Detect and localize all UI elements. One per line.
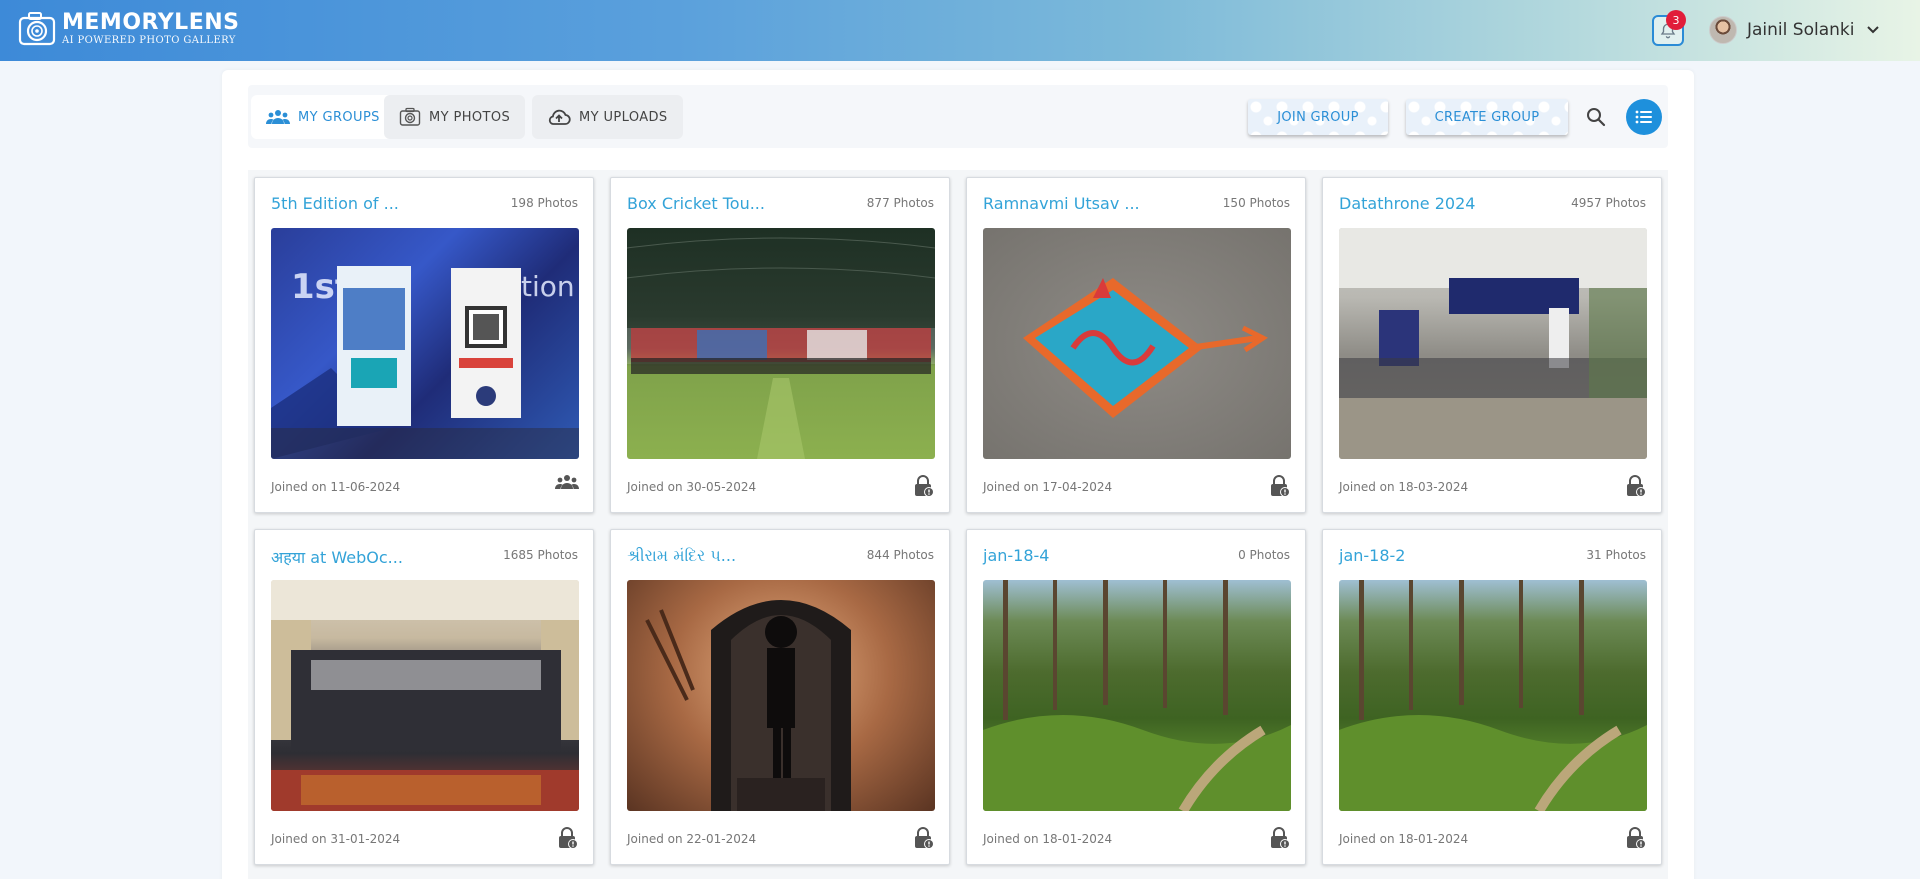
joined-date: Joined on 11-06-2024	[271, 480, 401, 494]
photo-count: 844 Photos	[866, 548, 934, 562]
group-cover-image[interactable]	[983, 580, 1291, 811]
groups-toolbar: MY GROUPS MY PHOTOS MY UPLOADS JOIN GROU…	[248, 85, 1668, 148]
group-cover-image[interactable]	[627, 580, 935, 811]
tab-label: MY PHOTOS	[429, 109, 511, 125]
groups-icon	[555, 474, 579, 490]
joined-date: Joined on 18-01-2024	[983, 832, 1113, 846]
group-cover-image[interactable]	[983, 228, 1291, 459]
photo-count: 150 Photos	[1222, 196, 1290, 210]
groups-grid: 5th Edition of ... 198 Photos 1st tion J…	[248, 170, 1668, 879]
joined-date: Joined on 18-03-2024	[1339, 480, 1469, 494]
user-menu[interactable]: Jainil Solanki	[1709, 16, 1880, 44]
svg-text:tion: tion	[521, 270, 575, 303]
group-card[interactable]: jan-18-4 0 Photos Joined on 18-01-2024	[966, 529, 1306, 865]
list-icon	[1635, 110, 1652, 124]
tab-label: MY GROUPS	[298, 109, 380, 125]
photo-count: 198 Photos	[510, 196, 578, 210]
search-icon	[1587, 108, 1606, 127]
group-card[interactable]: अहया at WebOc... 1685 Photos Joined on 3…	[254, 529, 594, 865]
notification-badge: 3	[1666, 10, 1686, 30]
logo-title: MEMORYLENS	[62, 9, 240, 35]
lock-icon	[557, 826, 579, 850]
lock-icon	[913, 826, 935, 850]
camera-icon	[399, 106, 421, 128]
joined-date: Joined on 31-01-2024	[271, 832, 401, 846]
lock-icon	[1269, 826, 1291, 850]
photo-count: 1685 Photos	[503, 548, 578, 562]
group-title[interactable]: 5th Edition of ...	[271, 194, 399, 213]
group-card[interactable]: Box Cricket Tou... 877 Photos Joined on …	[610, 177, 950, 513]
group-cover-image[interactable]	[271, 580, 579, 811]
group-card[interactable]: શ્રીરામ મંદિર પ... 844 Photos Joined on …	[610, 529, 950, 865]
app-logo[interactable]: MEMORYLENS AI POWERED PHOTO GALLERY	[18, 10, 240, 48]
groups-icon	[266, 109, 290, 125]
group-title[interactable]: શ્રીરામ મંદિર પ...	[627, 546, 736, 566]
joined-date: Joined on 30-05-2024	[627, 480, 757, 494]
user-name: Jainil Solanki	[1747, 20, 1855, 40]
tab-label: MY UPLOADS	[579, 109, 668, 125]
group-title[interactable]: Box Cricket Tou...	[627, 194, 765, 213]
cloud-upload-icon	[547, 108, 571, 126]
chevron-down-icon	[1867, 26, 1880, 34]
photo-count: 31 Photos	[1586, 548, 1646, 562]
photo-count: 0 Photos	[1238, 548, 1290, 562]
tab-my-groups[interactable]: MY GROUPS	[251, 95, 395, 139]
avatar	[1709, 16, 1737, 44]
group-cover-image[interactable]: 1st tion	[271, 228, 579, 459]
lock-icon	[913, 474, 935, 498]
group-card[interactable]: Datathrone 2024 4957 Photos Joined on 18…	[1322, 177, 1662, 513]
main-panel: MY GROUPS MY PHOTOS MY UPLOADS JOIN GROU…	[222, 70, 1694, 879]
group-title[interactable]: Datathrone 2024	[1339, 194, 1475, 213]
group-title[interactable]: अहया at WebOc...	[271, 546, 403, 568]
group-title[interactable]: jan-18-4	[983, 546, 1049, 565]
create-group-button[interactable]: CREATE GROUP	[1406, 99, 1568, 135]
group-title[interactable]: Ramnavmi Utsav ...	[983, 194, 1140, 213]
camera-logo-icon	[18, 10, 56, 48]
group-cover-image[interactable]	[627, 228, 935, 459]
photo-count: 877 Photos	[866, 196, 934, 210]
photo-count: 4957 Photos	[1571, 196, 1646, 210]
logo-subtitle: AI POWERED PHOTO GALLERY	[62, 34, 236, 46]
group-title[interactable]: jan-18-2	[1339, 546, 1405, 565]
join-group-button[interactable]: JOIN GROUP	[1248, 99, 1388, 135]
tab-my-uploads[interactable]: MY UPLOADS	[532, 95, 683, 139]
top-header: MEMORYLENS AI POWERED PHOTO GALLERY 3 Ja…	[0, 0, 1920, 61]
joined-date: Joined on 17-04-2024	[983, 480, 1113, 494]
list-view-button[interactable]	[1626, 99, 1662, 135]
group-cover-image[interactable]	[1339, 580, 1647, 811]
group-cover-image[interactable]	[1339, 228, 1647, 459]
group-card[interactable]: jan-18-2 31 Photos Joined on 18-01-2024	[1322, 529, 1662, 865]
group-card[interactable]: 5th Edition of ... 198 Photos 1st tion J…	[254, 177, 594, 513]
lock-icon	[1625, 826, 1647, 850]
tab-my-photos[interactable]: MY PHOTOS	[384, 95, 526, 139]
lock-icon	[1269, 474, 1291, 498]
search-button[interactable]	[1584, 105, 1608, 129]
group-card[interactable]: Ramnavmi Utsav ... 150 Photos Joined on …	[966, 177, 1306, 513]
lock-icon	[1625, 474, 1647, 498]
joined-date: Joined on 18-01-2024	[1339, 832, 1469, 846]
joined-date: Joined on 22-01-2024	[627, 832, 757, 846]
